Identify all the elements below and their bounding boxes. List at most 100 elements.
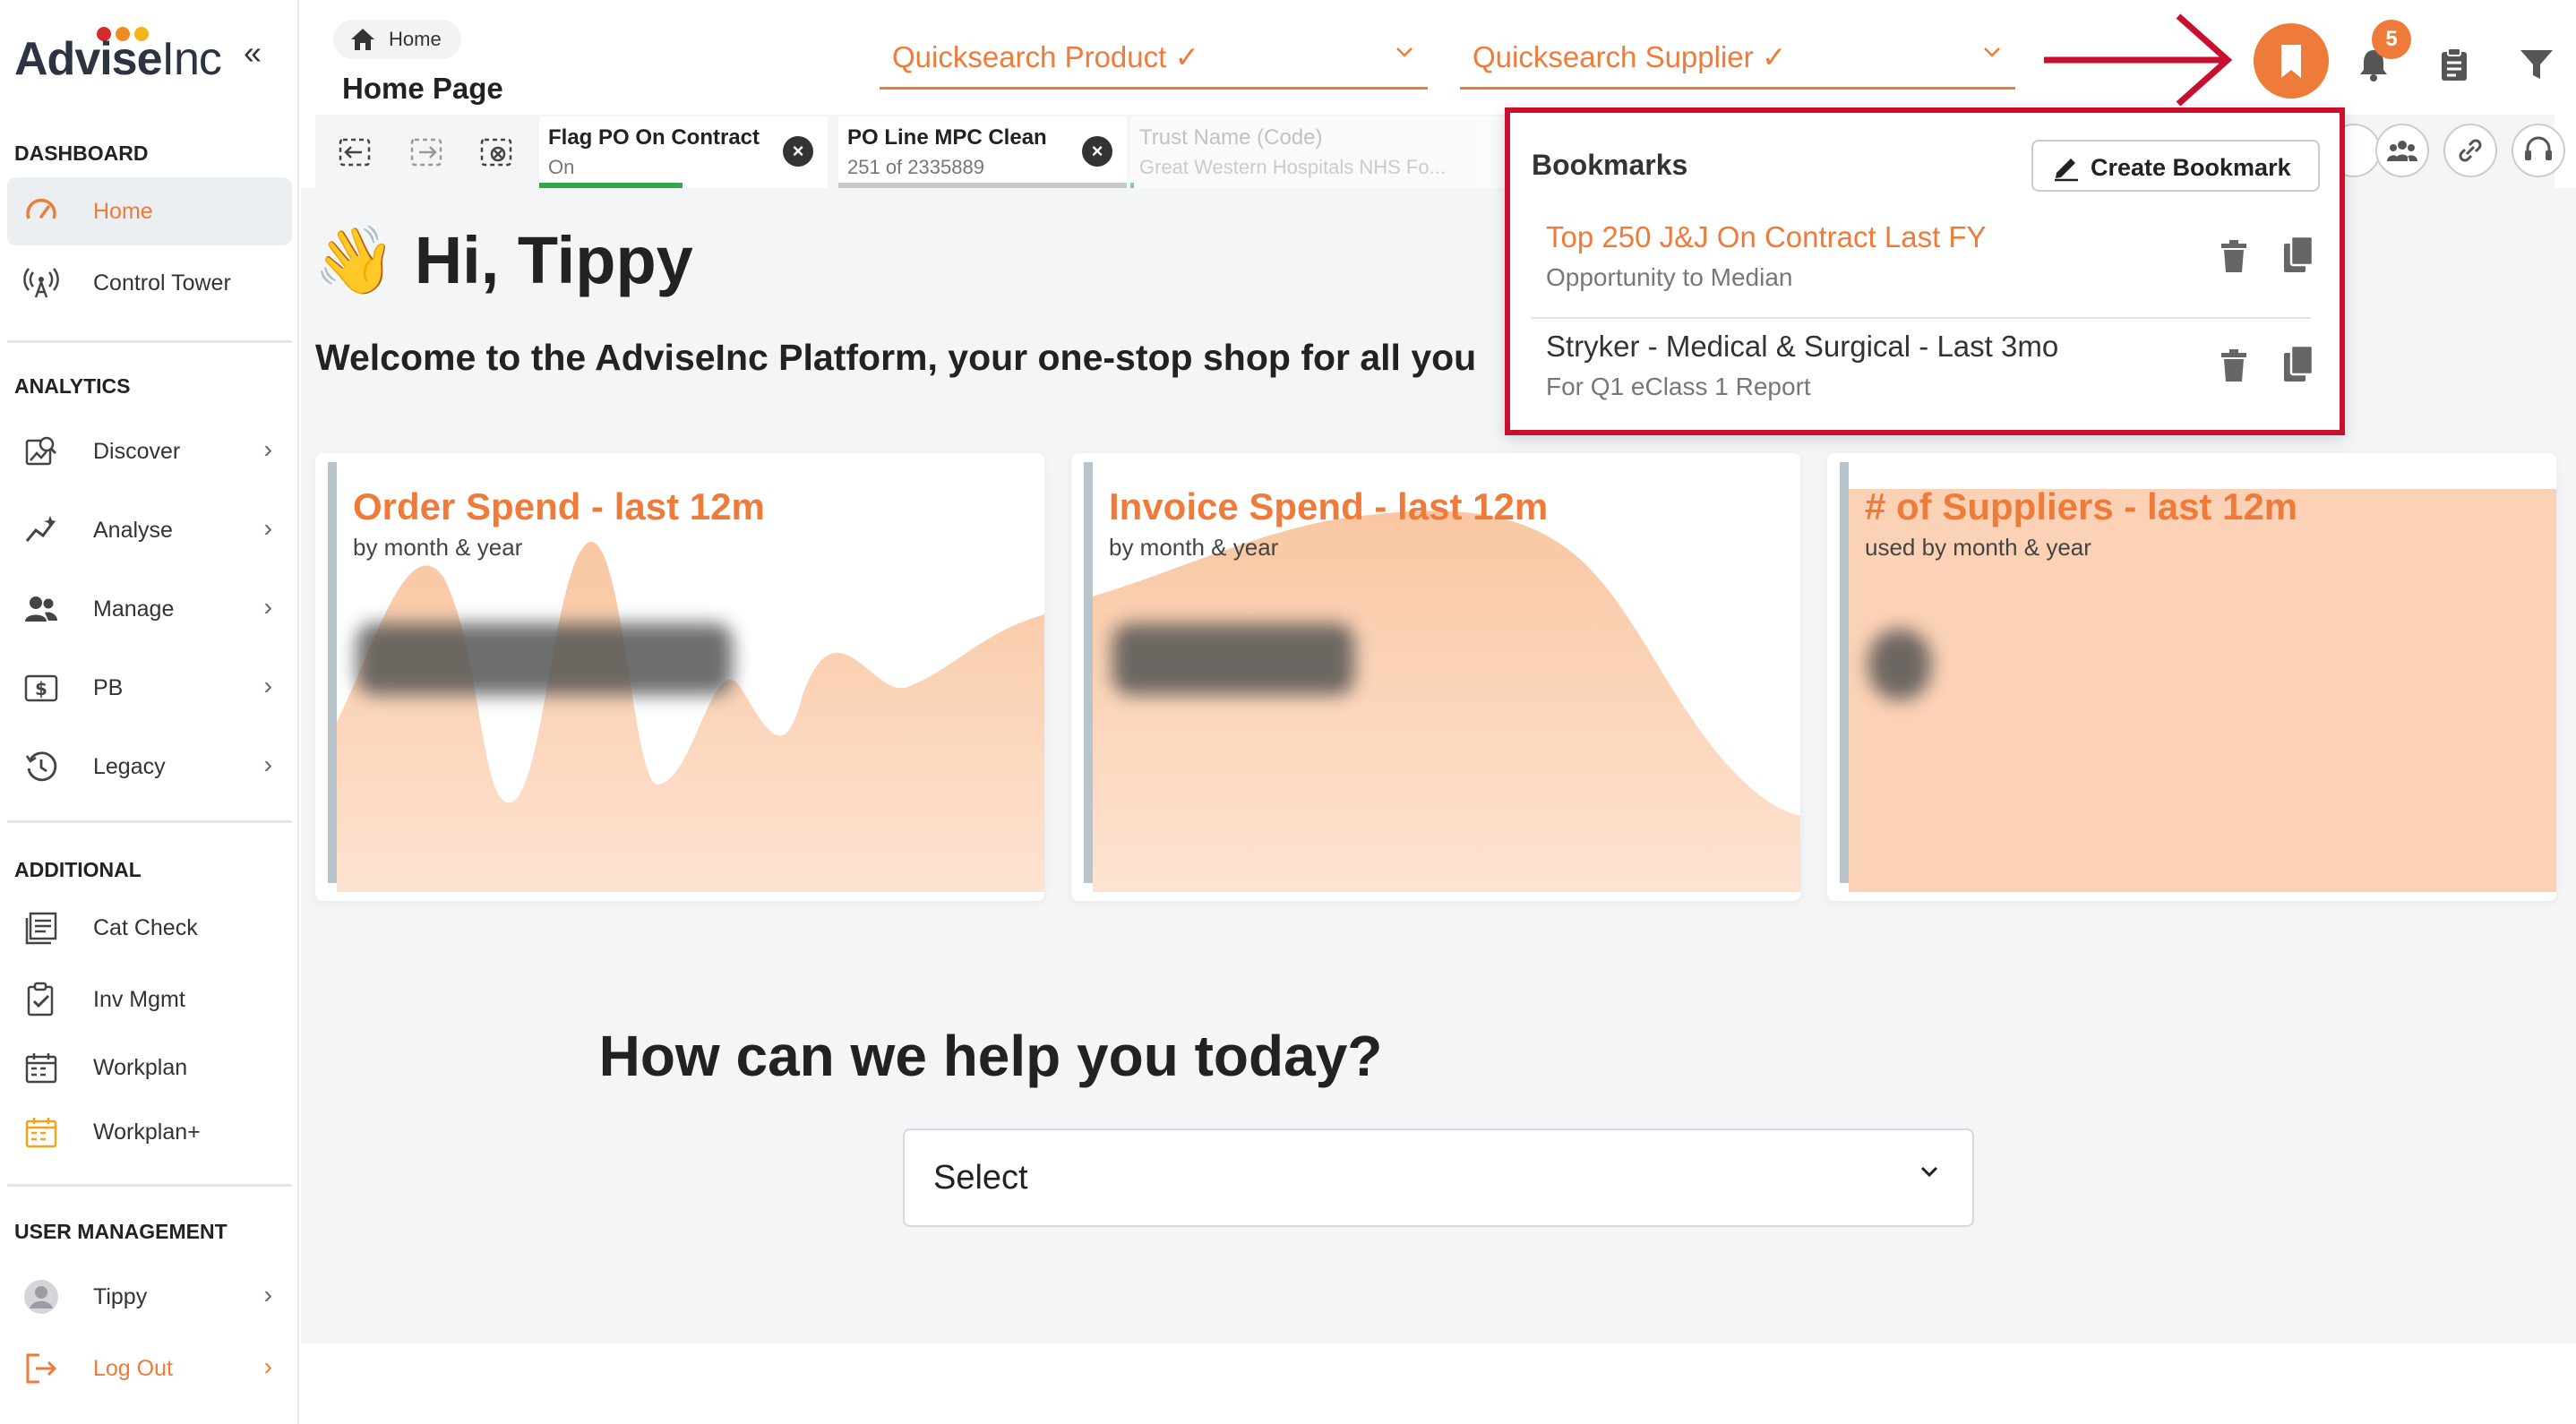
filter-icon[interactable]: [2517, 45, 2556, 84]
bookmarks-button[interactable]: [2254, 23, 2329, 99]
history-icon: [25, 751, 57, 782]
sidebar-item-label: Control Tower: [93, 270, 231, 296]
filter-chip-po-line[interactable]: PO Line MPC Clean 251 of 2335889 ×: [838, 116, 1127, 188]
sidebar-item-label: Inv Mgmt: [93, 987, 185, 1012]
team-button[interactable]: [2375, 124, 2429, 177]
quicksearch-supplier-label: Quicksearch Supplier ✓: [1473, 40, 1787, 73]
quicksearch-product-label: Quicksearch Product ✓: [892, 40, 1200, 73]
sidebar-item-label: Discover: [93, 439, 181, 464]
remove-chip-button[interactable]: ×: [783, 136, 813, 167]
sidebar-item-manage[interactable]: Manage ›: [7, 575, 292, 643]
sidebar-item-tippy[interactable]: Tippy ›: [7, 1263, 292, 1331]
help-select[interactable]: Select: [903, 1128, 1974, 1227]
logo-bold: Advise: [14, 33, 163, 85]
sidebar-item-label: PB: [93, 675, 124, 700]
chip-title: Trust Name (Code): [1139, 125, 1323, 150]
remove-chip-button[interactable]: ×: [1082, 136, 1112, 167]
sidebar-item-label: Cat Check: [93, 915, 198, 940]
speedometer-icon: [26, 198, 56, 219]
clipboard-icon[interactable]: [2434, 45, 2474, 84]
card-accent-bar: [1084, 462, 1093, 883]
antenna-icon: [23, 268, 59, 298]
redacted-value: [1868, 629, 1931, 700]
section-title-analytics: ANALYTICS: [14, 374, 131, 398]
sidebar-item-inv-mgmt[interactable]: Inv Mgmt: [7, 965, 292, 1034]
sidebar-item-label: Analyse: [93, 518, 173, 543]
chevron-right-icon: ›: [263, 514, 272, 542]
divider: [7, 1184, 292, 1187]
chevron-down-icon: [1396, 47, 1413, 57]
sidebar-item-label: Log Out: [93, 1356, 173, 1381]
welcome-text: Welcome to the AdviseInc Platform, your …: [315, 337, 1477, 378]
sidebar-item-label: Tippy: [93, 1284, 148, 1309]
quicksearch-supplier[interactable]: Quicksearch Supplier ✓: [1460, 30, 2015, 90]
notification-badge: 5: [2372, 20, 2411, 59]
chevron-right-icon: ›: [263, 1352, 272, 1380]
avatar-icon: [24, 1280, 58, 1314]
quicksearch-product[interactable]: Quicksearch Product ✓: [880, 30, 1428, 90]
sidebar-item-label: Workplan+: [93, 1119, 201, 1145]
bookmark-item[interactable]: Stryker - Medical & Surgical - Last 3mo …: [1532, 317, 2322, 423]
card-title: Invoice Spend - last 12m: [1109, 485, 1549, 528]
trash-icon[interactable]: [2218, 347, 2250, 383]
chip-selection-bar: [1130, 183, 1134, 188]
sidebar-item-cat-check[interactable]: Cat Check: [7, 894, 292, 962]
sidebar-item-label: Manage: [93, 596, 175, 622]
clear-filters-icon[interactable]: [478, 134, 514, 170]
sidebar-item-workplan[interactable]: Workplan: [7, 1034, 292, 1102]
bookmark-icon: [2281, 45, 2301, 78]
support-button[interactable]: [2512, 124, 2565, 177]
chevron-down-icon: [1984, 47, 2000, 57]
sidebar-item-workplan-plus[interactable]: Workplan+: [7, 1098, 292, 1166]
chip-selection-bar: [838, 183, 1127, 188]
divider: [7, 820, 292, 823]
bookmark-item[interactable]: Top 250 J&J On Contract Last FY Opportun…: [1532, 208, 2322, 313]
filter-chip-flag-po[interactable]: Flag PO On Contract On ×: [539, 116, 828, 188]
logo[interactable]: AdviseInc: [14, 27, 274, 90]
section-title-user-management: USER MANAGEMENT: [14, 1220, 228, 1243]
divider: [7, 340, 292, 343]
order-spend-card[interactable]: Order Spend - last 12m by month & year: [315, 453, 1044, 901]
bookmarks-dropdown: Bookmarks Create Bookmark Top 250 J&J On…: [1505, 107, 2345, 435]
invoice-spend-card[interactable]: Invoice Spend - last 12m by month & year: [1071, 453, 1800, 901]
sidebar-item-legacy[interactable]: Legacy ›: [7, 733, 292, 801]
card-subtitle: by month & year: [353, 534, 523, 561]
chip-selection-bar: [539, 183, 683, 188]
annotation-arrow-icon: [2044, 13, 2233, 107]
copy-icon[interactable]: [2280, 235, 2316, 276]
breadcrumb[interactable]: Home: [333, 20, 461, 59]
logo-text: AdviseInc: [14, 32, 222, 86]
clipboard-check-icon: [27, 982, 54, 1017]
filter-chip-trust-name[interactable]: Trust Name (Code) Great Western Hospital…: [1130, 116, 1507, 188]
share-link-button[interactable]: [2443, 124, 2497, 177]
sidebar-item-analyse[interactable]: Analyse ›: [7, 496, 292, 564]
section-title-additional: ADDITIONAL: [14, 858, 142, 881]
logo-light: Inc: [161, 33, 222, 85]
sidebar-item-pb[interactable]: $ PB ›: [7, 654, 292, 722]
bookmark-name: Top 250 J&J On Contract Last FY: [1546, 220, 1987, 253]
breadcrumb-label: Home: [389, 28, 442, 50]
pencil-icon: [2055, 159, 2078, 182]
section-title-dashboard: DASHBOARD: [14, 142, 149, 165]
footer-band: [301, 1343, 2576, 1424]
copy-icon[interactable]: [2280, 344, 2316, 385]
suppliers-card[interactable]: # of Suppliers - last 12m used by month …: [1827, 453, 2556, 901]
collapse-sidebar-button[interactable]: «: [244, 34, 262, 72]
catalog-icon: [25, 912, 57, 945]
sidebar-item-discover[interactable]: Discover ›: [7, 417, 292, 485]
chevron-right-icon: ›: [263, 672, 272, 699]
chip-title: PO Line MPC Clean: [847, 125, 1047, 150]
forward-filters-icon[interactable]: [408, 134, 444, 170]
collapse-filters-icon[interactable]: [337, 134, 373, 170]
create-bookmark-button[interactable]: Create Bookmark: [2031, 140, 2320, 192]
bookmark-name: Stryker - Medical & Surgical - Last 3mo: [1546, 330, 2059, 363]
bookmark-description: For Q1 eClass 1 Report: [1546, 373, 1811, 400]
chip-value: 251 of 2335889: [847, 156, 984, 178]
chip-value: On: [548, 156, 575, 178]
chevron-right-icon: ›: [263, 751, 272, 778]
sidebar-item-log-out[interactable]: Log Out ›: [7, 1334, 292, 1403]
card-accent-bar: [1840, 462, 1849, 883]
sidebar-item-home[interactable]: Home: [7, 177, 292, 245]
sidebar-item-control-tower[interactable]: Control Tower: [7, 249, 292, 317]
trash-icon[interactable]: [2218, 238, 2250, 274]
